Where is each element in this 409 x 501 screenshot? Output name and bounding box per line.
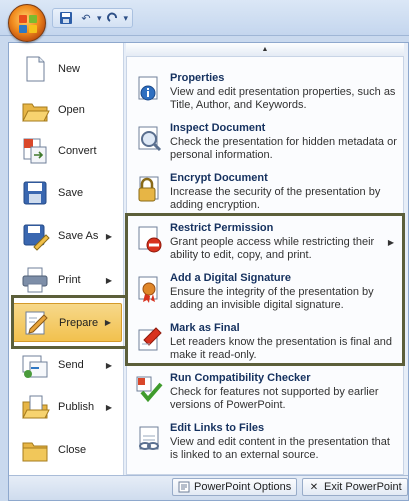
submenu-item-edit-links[interactable]: Edit Links to Files View and edit conten… bbox=[128, 418, 402, 466]
restrict-permission-icon bbox=[134, 224, 164, 254]
submenu-item-inspect-document[interactable]: Inspect Document Check the presentation … bbox=[128, 118, 402, 166]
powerpoint-options-button[interactable]: PowerPoint Options bbox=[172, 478, 298, 496]
menu-item-label: Publish bbox=[58, 401, 95, 413]
customize-qat-icon[interactable]: ▾ bbox=[124, 13, 129, 24]
menu-item-new[interactable]: New bbox=[12, 49, 122, 89]
submenu-item-properties[interactable]: Properties View and edit presentation pr… bbox=[128, 68, 402, 116]
office-logo-icon bbox=[19, 15, 37, 33]
send-icon bbox=[20, 350, 50, 380]
save-disk-icon bbox=[20, 178, 50, 208]
options-label: PowerPoint Options bbox=[194, 481, 292, 493]
submenu-item-title: Edit Links to Files bbox=[170, 422, 265, 434]
inspect-document-icon bbox=[134, 124, 164, 154]
submenu-item-mark-as-final[interactable]: Mark as Final Let readers know the prese… bbox=[128, 318, 402, 366]
submenu-arrow-icon: ▶ bbox=[105, 275, 112, 285]
menu-item-label: Prepare bbox=[59, 316, 99, 329]
submenu-arrow-icon: ▶ bbox=[105, 402, 112, 412]
submenu-arrow-icon: ▶ bbox=[387, 238, 394, 247]
menu-item-label: Convert bbox=[58, 145, 97, 157]
menu-item-send[interactable]: Send ▶ bbox=[12, 345, 122, 385]
edit-links-icon bbox=[134, 424, 164, 454]
undo-icon[interactable]: ↶ bbox=[77, 10, 95, 26]
submenu-item-title: Restrict Permission bbox=[170, 222, 274, 234]
close-folder-icon bbox=[20, 435, 50, 465]
menu-item-label: New bbox=[58, 63, 81, 75]
menu-item-label: Close bbox=[58, 444, 87, 456]
submenu-item-title: Properties bbox=[170, 72, 225, 84]
submenu-arrow-icon: ▶ bbox=[105, 360, 112, 370]
menu-item-open[interactable]: Open bbox=[12, 90, 122, 130]
encrypt-lock-icon bbox=[134, 174, 164, 204]
submenu-item-title: Inspect Document bbox=[170, 122, 266, 134]
save-as-icon bbox=[20, 221, 50, 251]
submenu-item-desc: Check the presentation for hidden metada… bbox=[170, 136, 397, 161]
menu-item-close[interactable]: Close bbox=[12, 430, 122, 470]
quick-access-toolbar: ↶ ▾ ▾ bbox=[52, 8, 134, 28]
submenu-item-restrict-permission[interactable]: Restrict Permission Grant people access … bbox=[128, 218, 402, 266]
submenu-item-desc: View and edit content in the presentatio… bbox=[170, 436, 390, 461]
submenu-item-encrypt-document[interactable]: Encrypt Document Increase the security o… bbox=[128, 168, 402, 216]
menu-item-publish[interactable]: Publish ▶ bbox=[12, 387, 122, 427]
menu-item-label: Print bbox=[58, 274, 81, 286]
mark-final-icon bbox=[134, 324, 164, 354]
submenu-arrow-icon: ▶ bbox=[105, 231, 112, 241]
prepare-icon bbox=[21, 308, 51, 338]
open-folder-icon bbox=[20, 95, 50, 125]
publish-icon bbox=[20, 392, 50, 422]
exit-x-icon: ✕ bbox=[309, 481, 319, 493]
compatibility-checker-icon bbox=[134, 374, 164, 404]
menu-item-label: Save As bbox=[58, 230, 99, 242]
submenu-item-desc: Increase the security of the presentatio… bbox=[170, 186, 381, 211]
submenu-item-title: Add a Digital Signature bbox=[170, 272, 292, 284]
submenu-item-title: Encrypt Document bbox=[170, 172, 268, 184]
menu-item-label: Open bbox=[58, 104, 85, 116]
menu-item-convert[interactable]: Convert bbox=[12, 131, 122, 171]
undo-dropdown-icon[interactable]: ▾ bbox=[97, 13, 102, 24]
menu-item-prepare[interactable]: Prepare ▶ bbox=[12, 303, 122, 342]
submenu-item-desc: Grant people access while restricting th… bbox=[170, 236, 375, 261]
menu-item-label: Save bbox=[58, 187, 84, 199]
menu-item-save[interactable]: Save bbox=[12, 173, 122, 213]
submenu-item-desc: View and edit presentation properties, s… bbox=[170, 86, 396, 111]
office-button[interactable] bbox=[8, 4, 46, 42]
menu-item-label: Send bbox=[58, 359, 84, 371]
redo-icon[interactable] bbox=[104, 10, 122, 26]
exit-powerpoint-button[interactable]: ✕ Exit PowerPoint bbox=[302, 478, 408, 496]
submenu-item-desc: Ensure the integrity of the presentation… bbox=[170, 286, 374, 311]
printer-icon bbox=[20, 265, 50, 295]
submenu-item-desc: Let readers know the presentation is fin… bbox=[170, 336, 392, 361]
new-document-icon bbox=[20, 54, 50, 84]
scroll-up-button[interactable]: ▲ bbox=[126, 43, 404, 57]
save-icon[interactable] bbox=[57, 10, 75, 26]
menu-item-save-as[interactable]: Save As ▶ bbox=[12, 216, 122, 256]
digital-signature-icon bbox=[134, 274, 164, 304]
convert-icon bbox=[20, 136, 50, 166]
submenu-item-desc: Check for features not supported by earl… bbox=[170, 386, 379, 411]
submenu-item-add-digital-signature[interactable]: Add a Digital Signature Ensure the integ… bbox=[128, 268, 402, 316]
properties-icon bbox=[134, 74, 164, 104]
menu-item-print[interactable]: Print ▶ bbox=[12, 260, 122, 300]
submenu-arrow-icon: ▶ bbox=[104, 318, 111, 327]
submenu-item-title: Run Compatibility Checker bbox=[170, 372, 311, 384]
exit-label: Exit PowerPoint bbox=[324, 481, 402, 493]
options-icon bbox=[178, 481, 190, 493]
submenu-item-run-compatibility-checker[interactable]: Run Compatibility Checker Check for feat… bbox=[128, 368, 402, 416]
submenu-item-title: Mark as Final bbox=[170, 322, 240, 334]
